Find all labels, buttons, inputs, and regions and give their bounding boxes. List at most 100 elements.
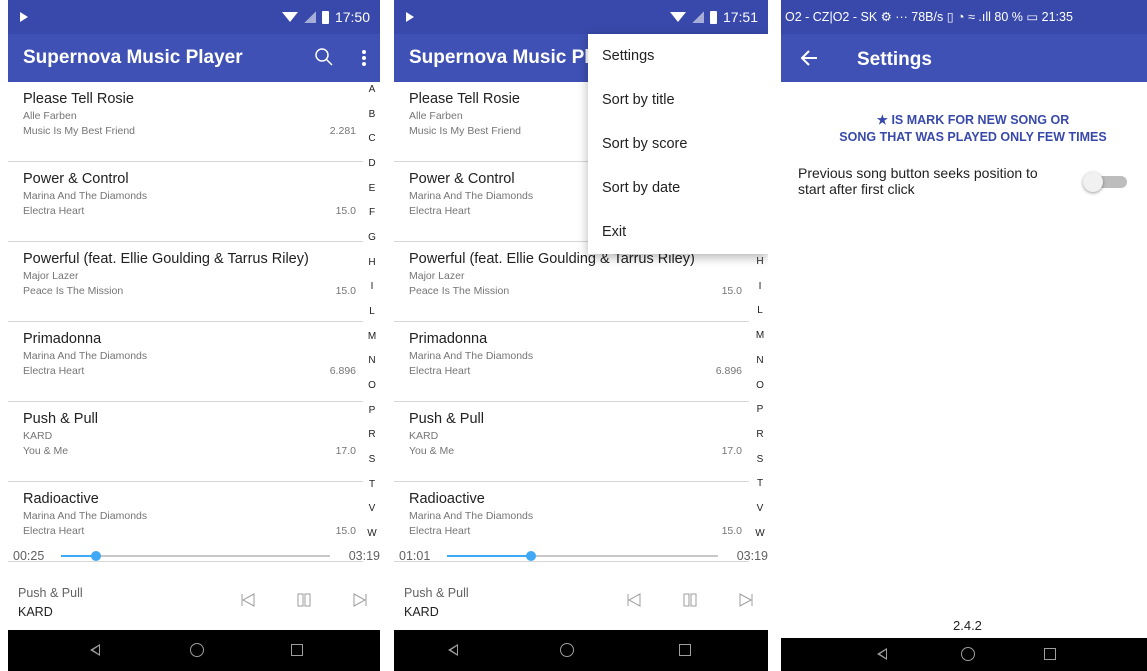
song-title: Powerful (feat. Ellie Goulding & Tarrus … — [23, 251, 309, 267]
seek-bar[interactable] — [447, 551, 718, 561]
alphabet-letter[interactable]: S — [369, 454, 376, 466]
alphabet-letter[interactable]: M — [756, 330, 764, 342]
menu-item-sort-by-score[interactable]: Sort by score — [588, 122, 768, 166]
alphabet-letter[interactable]: W — [367, 528, 376, 540]
song-row[interactable]: Primadonna Marina And The Diamonds Electra… — [8, 322, 363, 402]
nav-home-icon[interactable] — [961, 647, 975, 661]
now-playing-artist: KARD — [404, 605, 439, 619]
alphabet-letter[interactable]: D — [368, 158, 375, 170]
status-text: O2 - CZ|O2 - SK ⚙ ··· 78B/s ▯ ◔ ≈ .ıll 8… — [785, 10, 1073, 24]
pause-icon[interactable] — [296, 592, 312, 608]
alphabet-letter[interactable]: N — [756, 355, 763, 367]
song-row[interactable]: Push & Pull KARD You & Me 17.0 — [394, 402, 749, 482]
song-score: 17.0 — [335, 445, 356, 457]
status-time: 17:51 — [722, 9, 758, 25]
seek-bar-thumb[interactable] — [90, 551, 101, 561]
duration-time: 03:19 — [348, 549, 380, 563]
alphabet-letter[interactable]: G — [368, 232, 376, 244]
wifi-icon — [281, 12, 298, 22]
song-row[interactable]: Power & Control Marina And The Diamonds El… — [8, 162, 363, 242]
alphabet-letter[interactable]: L — [369, 306, 375, 318]
nav-back-icon[interactable] — [90, 644, 100, 656]
nav-recents-icon[interactable] — [679, 644, 691, 656]
alphabet-letter[interactable]: S — [757, 454, 764, 466]
menu-item-sort-by-date[interactable]: Sort by date — [588, 166, 768, 210]
previous-seek-toggle[interactable] — [1083, 172, 1127, 192]
song-title: Please Tell Rosie — [409, 91, 520, 107]
alphabet-letter[interactable]: H — [756, 256, 763, 268]
alphabet-index[interactable]: A BC D EF G HI L MN O PR S TV W — [364, 84, 380, 540]
search-icon[interactable] — [314, 47, 334, 67]
song-row[interactable]: Powerful (feat. Ellie Goulding & Tarrus … — [394, 242, 749, 322]
alphabet-letter[interactable]: H — [368, 257, 375, 269]
alphabet-letter[interactable]: B — [369, 109, 376, 121]
alphabet-letter[interactable]: P — [369, 405, 376, 417]
more-options-icon[interactable] — [358, 48, 370, 68]
song-album: Peace Is The Mission — [409, 285, 510, 297]
alphabet-letter[interactable]: R — [368, 429, 375, 441]
song-album: You & Me — [409, 445, 455, 457]
menu-item-settings[interactable]: Settings — [588, 34, 768, 78]
playback-progress: 00:25 03:19 — [8, 544, 380, 568]
song-row[interactable]: Please Tell Rosie Alle Farben Music Is My … — [8, 82, 363, 162]
song-title: Push & Pull — [409, 411, 484, 427]
screen-overflow-menu: 17:51 Supernova Music Player Please Tell… — [394, 0, 768, 671]
song-artist: Marina And The Diamonds — [23, 350, 148, 362]
alphabet-letter[interactable]: R — [756, 429, 763, 441]
now-playing-bar: Push & Pull KARD — [394, 578, 768, 630]
alphabet-letter[interactable]: O — [756, 380, 764, 392]
nav-recents-icon[interactable] — [291, 644, 303, 656]
alphabet-letter[interactable]: L — [757, 305, 763, 317]
previous-icon[interactable] — [626, 592, 642, 608]
pause-icon[interactable] — [682, 592, 698, 608]
song-row[interactable]: Powerful (feat. Ellie Goulding & Tarrus … — [8, 242, 363, 322]
next-icon[interactable] — [738, 592, 754, 608]
alphabet-letter[interactable]: P — [757, 404, 764, 416]
alphabet-letter[interactable]: W — [755, 528, 764, 540]
notice-line-2: SONG THAT WAS PLAYED ONLY FEW TIMES — [839, 130, 1107, 144]
alphabet-letter[interactable]: I — [371, 281, 374, 293]
alphabet-index[interactable]: H IL M N OP R ST V W — [752, 256, 768, 540]
menu-item-sort-by-title[interactable]: Sort by title — [588, 78, 768, 122]
song-artist: Marina And The Diamonds — [23, 190, 148, 202]
play-notification-icon — [406, 12, 414, 22]
back-arrow-icon[interactable] — [799, 48, 819, 68]
menu-item-exit[interactable]: Exit — [588, 210, 768, 254]
alphabet-letter[interactable]: N — [368, 355, 375, 367]
song-title: Push & Pull — [23, 411, 98, 427]
alphabet-letter[interactable]: T — [369, 479, 375, 491]
alphabet-letter[interactable]: T — [757, 478, 763, 490]
settings-title: Settings — [857, 49, 932, 70]
previous-icon[interactable] — [240, 592, 256, 608]
song-artist: Marina And The Diamonds — [23, 510, 148, 522]
nav-back-icon[interactable] — [448, 644, 458, 656]
now-playing-artist: KARD — [18, 605, 53, 619]
alphabet-letter[interactable]: V — [369, 503, 376, 515]
alphabet-letter[interactable]: E — [369, 183, 376, 195]
elapsed-time: 01:01 — [399, 549, 431, 563]
alphabet-letter[interactable]: M — [368, 331, 376, 343]
alphabet-letter[interactable]: V — [757, 503, 764, 515]
nav-home-icon[interactable] — [190, 643, 204, 657]
now-playing-bar: Push & Pull KARD — [8, 578, 380, 630]
alphabet-letter[interactable]: I — [759, 281, 762, 293]
song-artist: Major Lazer — [409, 270, 465, 282]
system-nav-bar — [8, 630, 380, 671]
alphabet-letter[interactable]: F — [369, 207, 375, 219]
nav-home-icon[interactable] — [560, 643, 574, 657]
nav-recents-icon[interactable] — [1044, 648, 1056, 660]
seek-bar[interactable] — [61, 551, 330, 561]
next-icon[interactable] — [352, 592, 368, 608]
song-album: Music Is My Best Friend — [23, 125, 136, 137]
song-album: Peace Is The Mission — [23, 285, 124, 297]
alphabet-letter[interactable]: A — [369, 84, 376, 96]
alphabet-letter[interactable]: C — [368, 133, 375, 145]
song-row[interactable]: Primadonna Marina And The Diamonds Electra… — [394, 322, 749, 402]
alphabet-letter[interactable]: O — [368, 380, 376, 392]
song-row[interactable]: Push & Pull KARD You & Me 17.0 — [8, 402, 363, 482]
seek-bar-thumb[interactable] — [526, 551, 536, 561]
system-nav-bar — [781, 638, 1147, 671]
nav-back-icon[interactable] — [877, 648, 887, 660]
app-bar: Supernova Music Player — [8, 34, 380, 82]
screen-song-list: 17:50 Supernova Music Player Please Tell… — [8, 0, 380, 671]
